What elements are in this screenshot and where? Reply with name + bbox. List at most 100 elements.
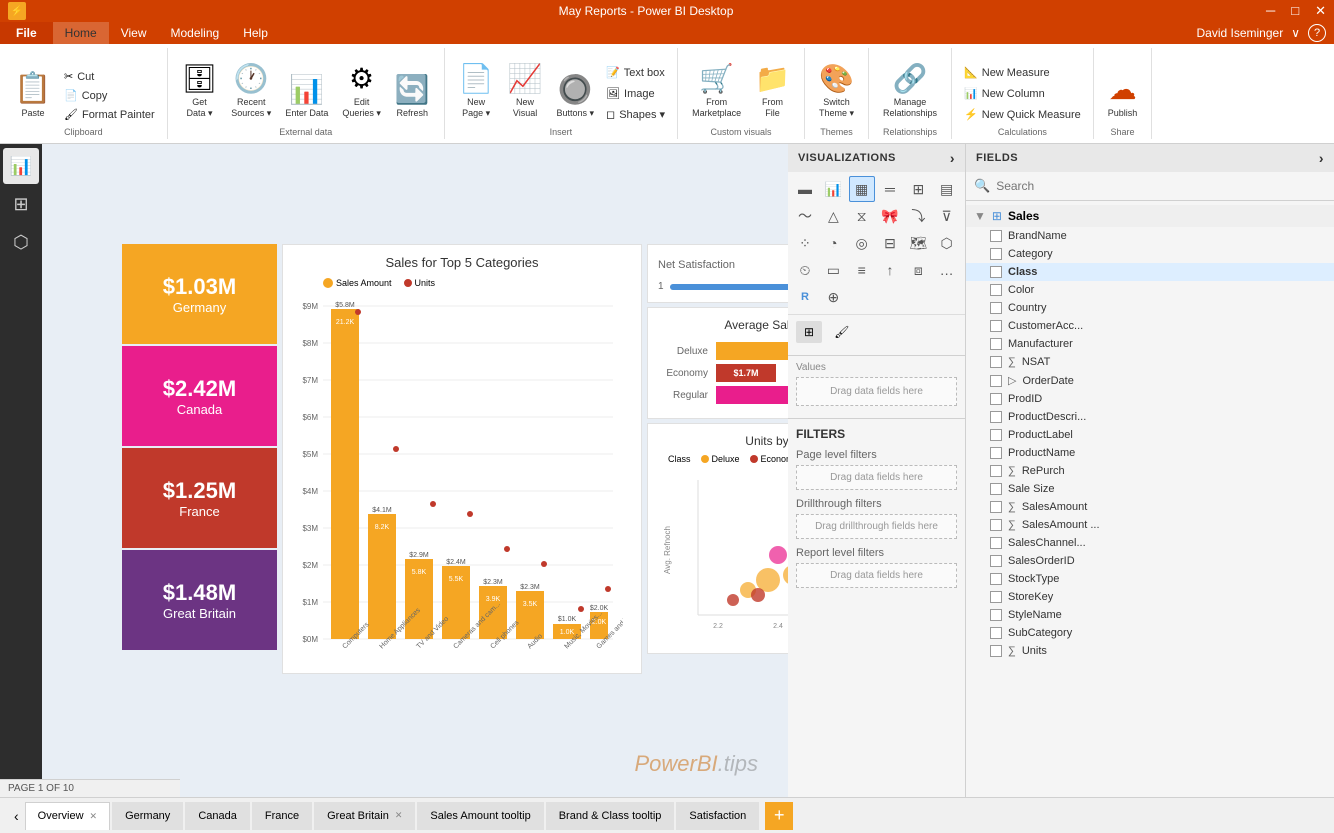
stat-card-germany[interactable]: $1.03M Germany: [122, 244, 277, 344]
field-manufacturer[interactable]: Manufacturer: [966, 335, 1334, 353]
field-saleschannel[interactable]: SalesChannel...: [966, 534, 1334, 552]
cut-button[interactable]: ✂ Cut: [60, 68, 159, 85]
shapes-button[interactable]: ◻ Shapes ▾: [602, 106, 669, 123]
from-file-button[interactable]: 📁 FromFile: [749, 58, 796, 123]
field-checkbox-color[interactable]: [990, 284, 1002, 296]
text-box-button[interactable]: 📝 Text box: [602, 64, 669, 81]
new-column-button[interactable]: 📊 New Column: [960, 85, 1085, 102]
field-productlabel[interactable]: ProductLabel: [966, 426, 1334, 444]
format-tab[interactable]: 🖌: [826, 321, 857, 343]
field-checkbox-salesamount[interactable]: [990, 501, 1002, 513]
field-stocktype[interactable]: StockType: [966, 570, 1334, 588]
close-tab-overview[interactable]: ✕: [90, 811, 98, 822]
window-controls[interactable]: ─ □ ✕: [1266, 3, 1326, 19]
bubble-chart[interactable]: Units by Class & Brand Class Deluxe Econ…: [647, 423, 788, 654]
field-checkbox-subcategory[interactable]: [990, 627, 1002, 639]
viz-r-icon[interactable]: R: [792, 284, 818, 310]
field-brandname[interactable]: BrandName: [966, 227, 1334, 245]
field-checkbox-units[interactable]: [990, 645, 1002, 657]
help-menu[interactable]: Help: [231, 22, 280, 44]
viz-ribbon-icon[interactable]: 🎀: [877, 203, 903, 229]
view-menu[interactable]: View: [109, 22, 159, 44]
field-checkbox-category[interactable]: [990, 248, 1002, 260]
close-tab-gb[interactable]: ✕: [395, 810, 403, 821]
viz-panel-chevron[interactable]: ›: [950, 150, 955, 166]
viz-area-icon[interactable]: △: [820, 203, 846, 229]
viz-matrix-icon[interactable]: ▤: [934, 176, 960, 202]
add-page-button[interactable]: +: [765, 802, 793, 830]
field-checkbox-saleschannel[interactable]: [990, 537, 1002, 549]
switch-theme-button[interactable]: 🎨 SwitchTheme ▾: [813, 58, 860, 123]
field-checkbox-manufacturer[interactable]: [990, 338, 1002, 350]
viz-slicer-icon[interactable]: ⧈: [905, 257, 931, 283]
tab-brand-class[interactable]: Brand & Class tooltip: [546, 802, 675, 830]
buttons-button[interactable]: 🔘 Buttons ▾: [551, 69, 601, 123]
values-drop-zone[interactable]: Drag data fields here: [796, 377, 957, 406]
modeling-menu[interactable]: Modeling: [158, 22, 231, 44]
paste-button[interactable]: 📋 Paste: [8, 67, 58, 123]
field-checkbox-brandname[interactable]: [990, 230, 1002, 242]
satisfaction-slider[interactable]: 1 3: [658, 281, 788, 292]
viz-line-icon[interactable]: 〜: [792, 203, 818, 229]
report-filter-drop[interactable]: Drag data fields here: [796, 563, 957, 588]
field-checkbox-prodid[interactable]: [990, 393, 1002, 405]
recent-sources-button[interactable]: 🕐 RecentSources ▾: [225, 58, 277, 123]
field-checkbox-productlabel[interactable]: [990, 429, 1002, 441]
build-tab[interactable]: ⊞: [796, 321, 822, 343]
file-menu[interactable]: File: [0, 22, 53, 44]
home-menu[interactable]: Home: [53, 22, 109, 44]
maximize-btn[interactable]: □: [1291, 3, 1299, 19]
field-nsat[interactable]: ∑ NSAT: [966, 353, 1334, 371]
field-prodid[interactable]: ProdID: [966, 390, 1334, 408]
stat-card-great-britain[interactable]: $1.48M Great Britain: [122, 550, 277, 650]
report-view-icon[interactable]: 📊: [3, 148, 39, 184]
satisfaction-widget[interactable]: Net Satisfaction ∨ 1 3 Q&A: [647, 244, 788, 303]
field-checkbox-repurch[interactable]: [990, 465, 1002, 477]
viz-multi-row-icon[interactable]: ≡: [849, 257, 875, 283]
field-country[interactable]: Country: [966, 299, 1334, 317]
publish-button[interactable]: ☁ Publish: [1102, 69, 1144, 123]
viz-column-icon[interactable]: 📊: [820, 176, 846, 202]
page-filter-drop[interactable]: Drag data fields here: [796, 465, 957, 490]
viz-filled-map-icon[interactable]: ⬡: [934, 230, 960, 256]
field-customeracc[interactable]: CustomerAcc...: [966, 317, 1334, 335]
copy-button[interactable]: 📄 Copy: [60, 87, 159, 104]
viz-map-icon[interactable]: 🗺: [905, 230, 931, 256]
search-input[interactable]: [996, 179, 1326, 193]
get-data-button[interactable]: 🗄 GetData ▾: [176, 58, 224, 123]
viz-stacked-col-icon[interactable]: ▦: [849, 176, 875, 202]
minimize-btn[interactable]: ─: [1266, 3, 1275, 19]
new-measure-button[interactable]: 📐 New Measure: [960, 64, 1085, 81]
field-checkbox-nsat[interactable]: [990, 356, 1002, 368]
field-checkbox-productdescri[interactable]: [990, 411, 1002, 423]
help-icon[interactable]: ?: [1308, 24, 1326, 42]
field-units[interactable]: ∑ Units: [966, 642, 1334, 660]
viz-gauge-icon[interactable]: ⏲: [792, 257, 818, 283]
viz-custom1-icon[interactable]: ⊕: [820, 284, 846, 310]
field-checkbox-productname[interactable]: [990, 447, 1002, 459]
field-orderdate[interactable]: ▷ OrderDate: [966, 371, 1334, 390]
field-checkbox-class[interactable]: [990, 266, 1002, 278]
fields-panel-chevron[interactable]: ›: [1319, 150, 1324, 166]
viz-stacked-bar-icon[interactable]: ▬: [792, 176, 818, 202]
field-repurch[interactable]: ∑ RePurch: [966, 462, 1334, 480]
sales-bar-chart[interactable]: Sales for Top 5 Categories Sales Amount …: [282, 244, 642, 674]
field-checkbox-salesize[interactable]: [990, 483, 1002, 495]
field-checkbox-salesorderid[interactable]: [990, 555, 1002, 567]
field-salesize[interactable]: Sale Size: [966, 480, 1334, 498]
tab-overview[interactable]: Overview ✕: [25, 802, 110, 830]
field-checkbox-stocktype[interactable]: [990, 573, 1002, 585]
field-productdescri[interactable]: ProductDescri...: [966, 408, 1334, 426]
tab-france[interactable]: France: [252, 802, 312, 830]
from-marketplace-button[interactable]: 🛒 FromMarketplace: [686, 58, 747, 123]
tab-germany[interactable]: Germany: [112, 802, 183, 830]
close-btn[interactable]: ✕: [1315, 3, 1326, 19]
field-color[interactable]: Color: [966, 281, 1334, 299]
model-view-icon[interactable]: ⬡: [3, 224, 39, 260]
tab-sales-tooltip[interactable]: Sales Amount tooltip: [417, 802, 543, 830]
field-salesamount2[interactable]: ∑ SalesAmount ...: [966, 516, 1334, 534]
viz-donut-icon[interactable]: ◎: [849, 230, 875, 256]
field-checkbox-customeracc[interactable]: [990, 320, 1002, 332]
field-salesorderid[interactable]: SalesOrderID: [966, 552, 1334, 570]
manage-relationships-button[interactable]: 🔗 ManageRelationships: [877, 58, 943, 123]
